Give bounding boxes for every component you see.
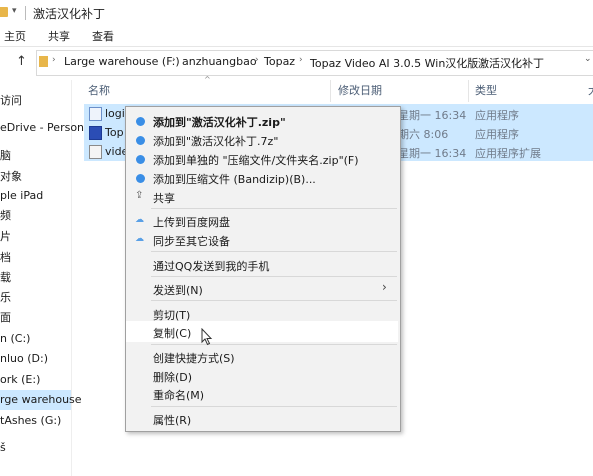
nav-item-documents[interactable]: 档 [0, 248, 11, 268]
menu-separator [151, 276, 397, 277]
breadcrumb-drive[interactable]: Large warehouse (F:) [64, 55, 180, 68]
breadcrumb-anzhuangbao[interactable]: anzhuangbao [182, 55, 257, 68]
file-name[interactable]: Top [105, 126, 124, 139]
chevron-right-icon: › [382, 280, 387, 294]
menu-separator [151, 300, 397, 301]
menu-item-add-archive[interactable]: 添加到压缩文件 (Bandizip)(B)... [153, 171, 316, 187]
chevron-right-icon: › [52, 55, 56, 65]
bandizip-icon [136, 155, 145, 164]
chevron-right-icon: › [468, 55, 472, 65]
topaz-app-icon [89, 126, 102, 140]
column-divider[interactable] [330, 80, 331, 102]
menu-item-properties[interactable]: 属性(R) [153, 412, 191, 428]
menu-separator [151, 406, 397, 407]
chevron-right-icon: › [255, 55, 259, 65]
nav-item-videos[interactable]: 频 [0, 206, 11, 226]
title-separator [25, 6, 26, 20]
menu-separator [151, 208, 397, 209]
nav-item-network[interactable]: š [0, 438, 6, 458]
menu-separator [151, 344, 397, 345]
nav-item-drive-f[interactable]: rge warehouse [0, 390, 82, 410]
menu-item-copy[interactable]: 复制(C) [153, 325, 191, 341]
menu-item-delete[interactable]: 删除(D) [153, 369, 192, 385]
breadcrumb-topaz-video[interactable]: Topaz Video AI 3.0.5 Win汉化版 [310, 55, 478, 71]
bandizip-icon [136, 136, 145, 145]
file-type: 应用程序扩展 [475, 147, 541, 160]
nav-item-drive-c[interactable]: n (C:) [0, 329, 30, 349]
tab-home[interactable]: 主页 [4, 28, 26, 44]
menu-item-send-to[interactable]: 发送到(N) [153, 282, 203, 298]
nav-item-drive-d[interactable]: nluo (D:) [0, 349, 48, 369]
application-file-icon [89, 107, 102, 121]
up-arrow-icon[interactable]: ↑ [16, 54, 30, 70]
nav-item-desktop[interactable]: 面 [0, 308, 11, 328]
menu-separator [151, 251, 397, 252]
menu-item-add-7z[interactable]: 添加到"激活汉化补丁.7z" [153, 133, 278, 149]
nav-item-pictures[interactable]: 片 [0, 227, 11, 247]
window-title: 激活汉化补丁 [33, 7, 106, 21]
column-header-date[interactable]: 修改日期 [338, 82, 382, 98]
menu-item-add-zip[interactable]: 添加到"激活汉化补丁.zip" [153, 114, 286, 130]
menu-item-upload-baidu[interactable]: 上传到百度网盘 [153, 214, 230, 230]
address-dropdown-icon[interactable]: ⌄ [584, 54, 592, 64]
cloud-icon: ☁ [135, 234, 144, 244]
share-icon: ⇪ [135, 190, 144, 201]
column-header-name[interactable]: 名称 [88, 82, 110, 98]
file-type: 应用程序 [475, 128, 519, 141]
quick-access-dropdown-icon[interactable]: ▾ [12, 6, 17, 16]
menu-item-create-shortcut[interactable]: 创建快捷方式(S) [153, 350, 235, 366]
nav-item-onedrive[interactable]: eDrive - Person [0, 118, 84, 138]
nav-item-3d-objects[interactable]: 对象 [0, 167, 22, 187]
column-header-type[interactable]: 类型 [475, 82, 497, 98]
file-date: 期六 8:06 [398, 128, 449, 141]
tab-share[interactable]: 共享 [48, 28, 70, 44]
file-type: 应用程序 [475, 109, 519, 122]
file-date: 星期一 16:34 [398, 147, 467, 160]
bandizip-icon [136, 117, 145, 126]
cloud-icon: ☁ [135, 215, 144, 225]
breadcrumb-topaz[interactable]: Topaz [264, 55, 295, 68]
menu-item-share[interactable]: 共享 [153, 190, 175, 206]
menu-item-send-qq[interactable]: 通过QQ发送到我的手机 [153, 258, 269, 274]
dll-file-icon [89, 145, 102, 159]
nav-item-ipad[interactable]: ple iPad [0, 186, 43, 206]
menu-item-add-separate[interactable]: 添加到单独的 "压缩文件/文件夹名.zip"(F) [153, 152, 359, 168]
sort-up-icon: ^ [204, 75, 211, 84]
file-date: 星期一 16:34 [398, 109, 467, 122]
chevron-right-icon: › [172, 55, 176, 65]
nav-item-music[interactable]: 乐 [0, 288, 11, 308]
nav-item-drive-g[interactable]: tAshes (G:) [0, 411, 61, 431]
file-name[interactable]: logi [105, 107, 125, 120]
folder-icon [39, 56, 48, 67]
nav-item-this-pc[interactable]: 脑 [0, 146, 11, 166]
breadcrumb-current[interactable]: 激活汉化补丁 [478, 55, 544, 71]
chevron-right-icon: › [299, 55, 303, 65]
mouse-cursor-icon [201, 328, 213, 346]
ribbon-tabs: 主页 共享 查看 [0, 26, 593, 46]
nav-item-drive-e[interactable]: ork (E:) [0, 370, 40, 390]
folder-icon [0, 7, 8, 17]
ribbon-divider [0, 46, 593, 47]
nav-item-quick-access[interactable]: 访问 [0, 91, 22, 111]
bandizip-icon [136, 174, 145, 183]
menu-item-rename[interactable]: 重命名(M) [153, 387, 204, 403]
menu-item-sync-devices[interactable]: 同步至其它设备 [153, 233, 230, 249]
column-divider[interactable] [468, 80, 469, 102]
tab-view[interactable]: 查看 [92, 28, 114, 44]
column-header-size[interactable]: 大 [588, 82, 593, 98]
nav-item-downloads[interactable]: 载 [0, 268, 11, 288]
